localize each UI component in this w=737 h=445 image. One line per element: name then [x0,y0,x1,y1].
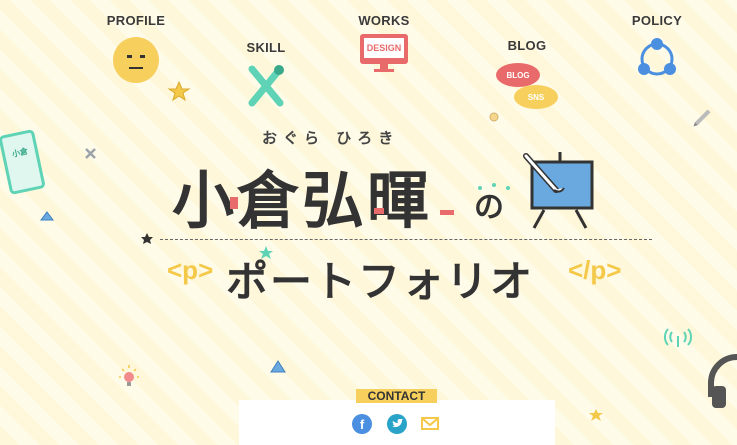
antenna-decor [664,328,692,347]
nav-blog[interactable]: BLOG [508,38,547,53]
accent-mark [374,208,384,214]
lightbulb-decor [119,365,139,386]
sparkle-decor [478,183,510,190]
x-decor [85,148,96,159]
face-icon[interactable] [112,36,160,84]
blog-bubbles-icon[interactable]: BLOG SNS [496,63,560,113]
accent-mark [440,210,454,215]
contact-label: CONTACT [356,389,437,403]
star-decor [589,409,603,421]
headphones-decor [708,354,737,408]
triangle-decor [40,211,54,221]
divider-line [160,239,652,240]
name-reading: おぐら ひろき [262,129,400,147]
star-black-decor [141,233,153,244]
portfolio-title: ポートフォリオ [226,257,535,306]
dot-decor [489,112,499,122]
nav-profile[interactable]: PROFILE [107,13,165,28]
twitter-icon[interactable] [387,414,407,434]
tag-close: </p> [568,255,622,285]
phone-text: 小倉 [11,146,29,159]
bubble-sns-text: SNS [527,92,545,102]
easel-icon [523,152,594,229]
bubble-blog-text: BLOG [506,70,530,80]
share-network-icon[interactable] [635,36,679,80]
mail-icon[interactable] [421,417,439,430]
portfolio-page: { "nav": { "profile": "PROFILE", "skill"… [0,0,737,445]
facebook-icon[interactable]: f [352,414,372,434]
star-decor [167,80,191,102]
owner-name: 小倉弘暉 [172,164,433,237]
triangle-decor [270,360,286,373]
nav-works[interactable]: WORKS [358,13,409,28]
tag-open: <p> [167,255,214,285]
bubble-blog: BLOG [496,63,540,87]
bubble-sns: SNS [514,85,558,109]
accent-mark [230,197,238,209]
monitor-icon[interactable]: DESIGN [360,34,408,74]
monitor-screen-text: DESIGN [366,43,402,53]
nav-policy[interactable]: POLICY [632,13,682,28]
nav-skill[interactable]: SKILL [246,40,285,55]
pencil-decor [693,109,711,127]
tools-icon[interactable] [246,63,286,107]
